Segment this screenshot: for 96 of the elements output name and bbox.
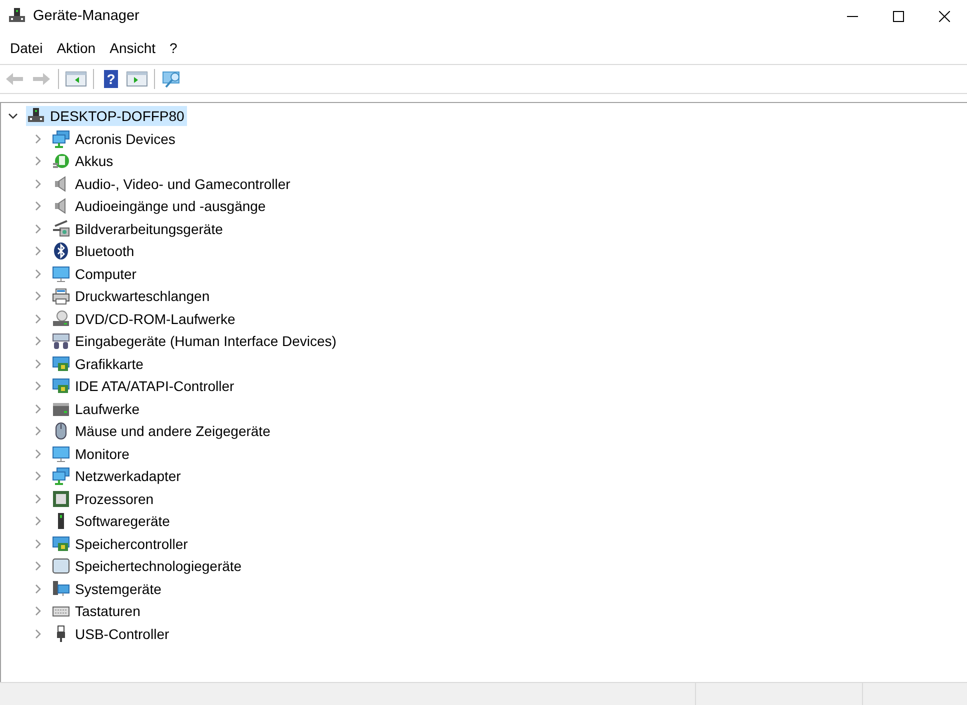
tree-item[interactable]: Systemgeräte [51,578,164,599]
tree-item-label: Bildverarbeitungsgeräte [75,220,223,237]
tree-item[interactable]: Speichercontroller [51,534,191,554]
tree-item[interactable]: Tastaturen [51,601,144,622]
expand-chevron-icon[interactable] [33,516,43,526]
tree-item-label: Netzwerkadapter [75,468,181,484]
keyboard-icon [52,332,70,350]
menu-item[interactable]: Aktion [50,38,103,58]
tree-item-label: Monitore [75,446,130,462]
expand-chevron-icon[interactable] [33,561,43,572]
tree-item[interactable]: Prozessoren [51,488,157,509]
tree-item[interactable]: DVD/CD-ROM-Laufwerke [51,308,238,329]
circuit-card-icon [52,377,70,396]
tree-item-label: Bluetooth [75,243,134,260]
menu-item[interactable]: Ansicht [102,38,163,58]
tree-item[interactable]: Speichertechnologiegeräte [51,556,245,576]
expand-chevron-icon[interactable] [33,494,43,504]
computer-icon [52,580,70,598]
window-title: Geräte-Manager [33,8,140,24]
tree-item[interactable]: Monitore [51,444,132,464]
tree-item[interactable]: Computer [51,264,140,284]
tree-item[interactable]: USB-Controller [51,624,172,644]
network-icon [52,130,70,148]
expand-chevron-icon[interactable] [33,538,43,549]
tree-item[interactable]: DESKTOP-DOFFP80 [26,106,188,126]
tree-item[interactable]: Bildverarbeitungsgeräte [51,218,226,239]
expand-chevron-icon[interactable] [33,134,43,144]
printer-icon [52,287,70,306]
expand-chevron-icon[interactable] [33,358,43,369]
tree-item-label: Softwaregeräte [75,513,170,530]
tree-item[interactable]: Netzwerkadapter [51,466,184,486]
expand-chevron-icon[interactable] [33,404,43,414]
expand-chevron-icon[interactable] [33,584,43,594]
tree-item[interactable]: Audioeingänge und -ausgänge [51,196,269,216]
tree-item-label: Mäuse und andere Zeigegeräte [75,423,270,440]
expand-chevron-icon[interactable] [33,178,43,189]
expand-chevron-icon[interactable] [33,201,43,212]
app-icon [8,7,26,25]
chip-icon [52,490,70,508]
monitor-icon [52,264,70,283]
network-icon [52,467,70,486]
expand-chevron-icon[interactable] [33,336,43,346]
tree-item-label: Audio-, Video- und Gamecontroller [75,176,290,192]
circuit-card-icon [52,534,70,553]
circuit-card-icon [52,354,70,373]
expand-chevron-icon[interactable] [33,314,43,324]
expand-chevron-icon[interactable] [33,448,43,459]
tree-item-label: Computer [75,266,136,282]
tree-item-label: DVD/CD-ROM-Laufwerke [75,310,236,327]
storage-icon [52,557,70,576]
tree-item[interactable]: Mäuse und andere Zeigegeräte [51,421,274,442]
tree-item-label: Audioeingänge und -ausgänge [75,198,266,214]
tree-item-label: IDE ATA/ATAPI-Controller [75,378,234,394]
expand-chevron-icon[interactable] [33,246,43,256]
disc-drive-icon [52,310,70,328]
tree-item-label: Prozessoren [75,490,154,507]
bluetooth-icon [52,242,70,260]
tree-item-label: Druckwarteschlangen [75,288,210,304]
monitor-icon [52,444,70,463]
tree-item-label: Systemgeräte [75,580,162,597]
tree-item[interactable]: Softwaregeräte [51,511,173,532]
close-icon [938,10,950,22]
expand-chevron-icon[interactable] [33,606,43,616]
tree-item[interactable]: Druckwarteschlangen [51,286,213,306]
tree-item[interactable]: Akkus [51,151,116,172]
tree-item-label: Eingabegeräte (Human Interface Devices) [75,333,336,350]
tree-item-label: Grafikkarte [75,356,144,372]
maximize-icon [892,10,904,22]
tree-item[interactable]: IDE ATA/ATAPI-Controller [51,376,238,396]
tree-item-label: Akkus [75,153,114,170]
menu-item[interactable]: ? [162,38,184,58]
tree-item-label: Tastaturen [75,603,140,620]
tree-item[interactable]: Audio-, Video- und Gamecontroller [51,174,294,194]
camera-icon [52,220,70,238]
expand-chevron-icon[interactable] [33,224,43,234]
tree-item-label: Speichercontroller [75,536,188,552]
tree-item-label: Laufwerke [75,400,140,417]
tree-item-label: Acronis Devices [75,130,176,147]
expand-chevron-icon[interactable] [33,381,43,392]
tree-item[interactable]: Acronis Devices [51,128,178,149]
tree-item-label: Speichertechnologiegeräte [75,558,242,574]
tree-item[interactable]: Grafikkarte [51,354,146,374]
expand-chevron-icon[interactable] [33,628,43,639]
expand-chevron-icon[interactable] [33,156,43,166]
tree-item[interactable]: Eingabegeräte (Human Interface Devices) [51,331,340,352]
menu-item[interactable]: Datei [3,38,50,58]
tree-item-label: DESKTOP-DOFFP80 [50,108,184,124]
battery-icon [52,152,70,170]
tree-item[interactable]: Laufwerke [51,398,143,419]
tree-item[interactable]: Bluetooth [51,241,138,262]
expand-chevron-icon[interactable] [33,471,43,482]
tree-item-label: USB-Controller [75,626,170,642]
expand-chevron-icon[interactable] [33,426,43,436]
expand-chevron-icon[interactable] [33,268,43,279]
expand-chevron-icon[interactable] [33,291,43,302]
collapse-chevron-icon[interactable] [8,111,18,122]
